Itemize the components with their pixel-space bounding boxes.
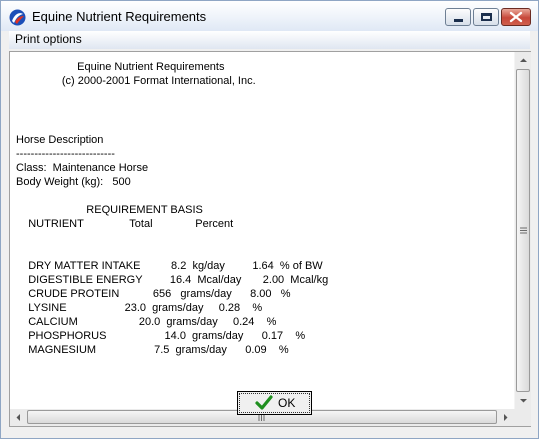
scroll-left-arrow-icon[interactable] [10, 409, 27, 426]
report-line: DRY MATTER INTAKE 8.2 kg/day 1.64 % of B… [16, 260, 323, 272]
menu-bar: Print options [9, 31, 530, 49]
report-line: NUTRIENT Total Percent [16, 218, 234, 230]
app-logo-icon [9, 9, 26, 26]
close-button[interactable] [501, 8, 531, 26]
focus-rectangle [239, 393, 310, 413]
report-line: --------------------------- [16, 148, 115, 160]
ok-button[interactable]: OK [237, 391, 312, 415]
title-bar[interactable]: Equine Nutrient Requirements [1, 1, 538, 31]
ok-button-label: OK [278, 396, 296, 410]
scroll-up-arrow-icon[interactable] [515, 52, 532, 69]
scroll-right-arrow-icon[interactable] [497, 409, 514, 426]
report-line: REQUIREMENT BASIS [16, 204, 203, 216]
report-line: Body Weight (kg): 500 [16, 176, 131, 188]
report-text-area[interactable]: Equine Nutrient Requirements (c) 2000-20… [9, 51, 531, 427]
maximize-button[interactable] [473, 8, 499, 26]
close-icon [509, 11, 523, 23]
report-line: Class: Maintenance Horse [16, 162, 149, 174]
vertical-scrollbar[interactable] [514, 52, 531, 409]
report-line: CRUDE PROTEIN 656 grams/day 8.00 % [16, 288, 291, 300]
vertical-scroll-thumb[interactable] [516, 69, 530, 392]
window-title: Equine Nutrient Requirements [32, 9, 207, 24]
report-line: LYSINE 23.0 grams/day 0.28 % [16, 302, 263, 314]
scrollbar-corner [514, 409, 531, 426]
report-line: Equine Nutrient Requirements [16, 61, 225, 73]
checkmark-icon [255, 395, 273, 410]
scroll-down-arrow-icon[interactable] [515, 392, 532, 409]
report-line: (c) 2000-2001 Format International, Inc. [16, 75, 256, 87]
report-line: CALCIUM 20.0 grams/day 0.24 % [16, 316, 277, 328]
grip-icon [258, 414, 265, 421]
report-line: PHOSPHORUS 14.0 grams/day 0.17 % [16, 330, 306, 342]
minimize-icon [454, 19, 463, 22]
minimize-button[interactable] [445, 8, 471, 26]
grip-icon [520, 227, 527, 234]
app-window: Equine Nutrient Requirements Print optio… [0, 0, 539, 439]
maximize-icon [481, 13, 492, 21]
report-content: Equine Nutrient Requirements (c) 2000-20… [16, 60, 512, 406]
report-line: MAGNESIUM 7.5 grams/day 0.09 % [16, 344, 289, 356]
menu-print-options[interactable]: Print options [15, 32, 82, 46]
report-line: DIGESTIBLE ENERGY 16.4 Mcal/day 2.00 Mca… [16, 274, 329, 286]
report-line: Horse Description [16, 134, 104, 146]
